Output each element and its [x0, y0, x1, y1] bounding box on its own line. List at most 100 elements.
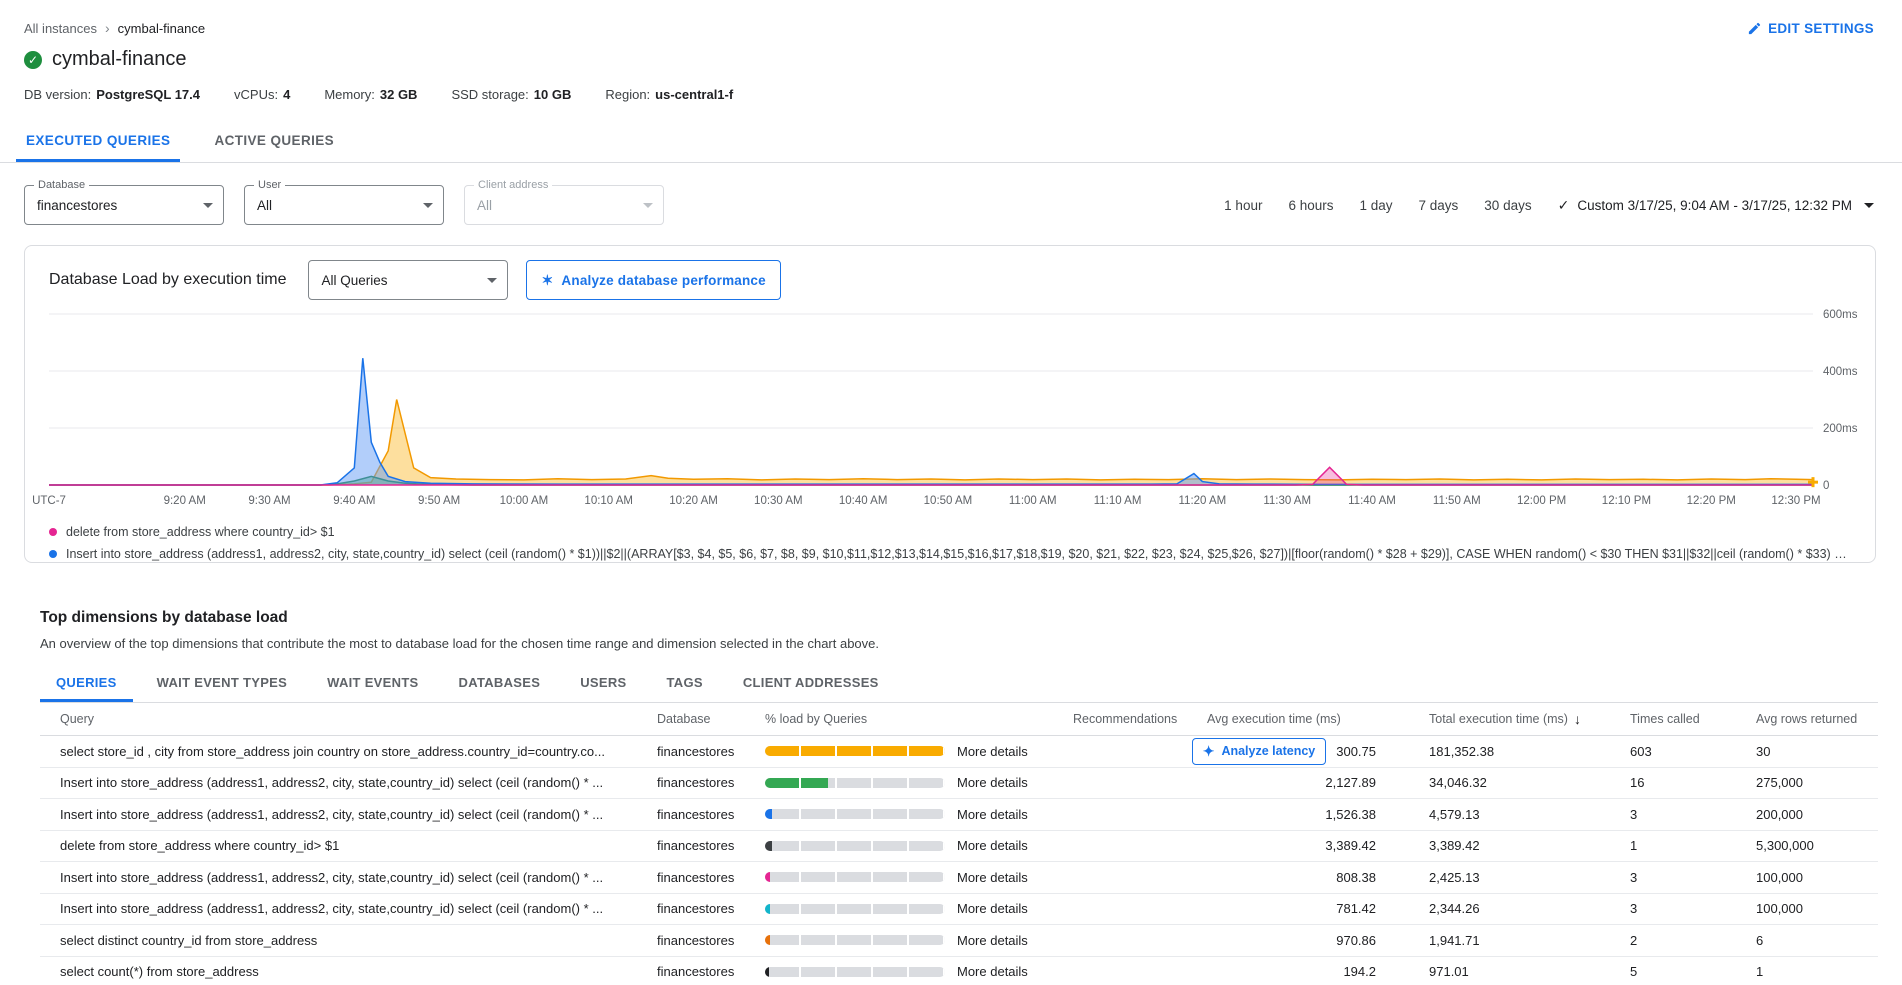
database-cell: financestores [640, 964, 755, 979]
edit-settings-button[interactable]: EDIT SETTINGS [1747, 21, 1874, 36]
tab-active-queries[interactable]: ACTIVE QUERIES [204, 120, 344, 162]
x-axis-tick-label: 11:20 AM [1179, 495, 1227, 507]
top-dimensions-description: An overview of the top dimensions that c… [40, 636, 1878, 651]
time-preset-1-day[interactable]: 1 day [1359, 198, 1392, 213]
dimension-tab-wait-event-types[interactable]: WAIT EVENT TYPES [141, 663, 303, 702]
x-axis-tick-label: 9:40 AM [333, 495, 375, 507]
time-preset-30-days[interactable]: 30 days [1484, 198, 1531, 213]
total-execution-cell: 181,352.38 [1390, 744, 1595, 759]
dimension-tab-databases[interactable]: DATABASES [443, 663, 557, 702]
legend-label: Insert into store_address (address1, add… [66, 547, 1851, 561]
dimension-tab-tags[interactable]: TAGS [651, 663, 719, 702]
query-filter-select[interactable]: All Queries [308, 260, 508, 300]
dropdown-arrow-icon [487, 278, 497, 283]
table-row: Insert into store_address (address1, add… [40, 768, 1878, 800]
load-cell: More details [755, 775, 1045, 790]
tab-executed-queries[interactable]: EXECUTED QUERIES [16, 120, 180, 162]
times-called-cell: 1 [1595, 838, 1720, 853]
x-axis-tick-label: 10:20 AM [669, 495, 718, 507]
dimension-tab-queries[interactable]: QUERIES [40, 663, 133, 702]
analyze-performance-button[interactable]: ✶ Analyze database performance [526, 260, 780, 300]
column-header-total-execution-time-ms[interactable]: Total execution time (ms)↓ [1390, 711, 1595, 727]
metadata-value: PostgreSQL 17.4 [96, 87, 200, 102]
query-cell[interactable]: select count(*) from store_address [40, 964, 640, 979]
avg-rows-cell: 100,000 [1720, 901, 1869, 916]
column-header-database[interactable]: Database [640, 712, 755, 726]
time-preset-1-hour[interactable]: 1 hour [1224, 198, 1262, 213]
time-preset-7-days[interactable]: 7 days [1419, 198, 1459, 213]
column-header-load-by-queries[interactable]: % load by Queries [755, 712, 1045, 726]
load-bar [765, 967, 945, 977]
chart-area: 0200ms400ms600msUTC-79:20 AM9:30 AM9:40 … [25, 302, 1875, 519]
more-details-link[interactable]: More details [957, 807, 1028, 822]
total-execution-cell: 971.01 [1390, 964, 1595, 979]
query-cell[interactable]: Insert into store_address (address1, add… [40, 775, 640, 790]
x-axis-tick-label: 10:00 AM [500, 495, 549, 507]
column-header-label: Database [657, 712, 711, 726]
avg-rows-cell: 100,000 [1720, 870, 1869, 885]
filter-select-client-address: Client addressAll [464, 185, 664, 225]
times-called-cell: 3 [1595, 870, 1720, 885]
database-cell: financestores [640, 775, 755, 790]
query-filter-value: All Queries [321, 273, 477, 288]
query-cell[interactable]: delete from store_address where country_… [40, 838, 640, 853]
dimension-tab-users[interactable]: USERS [564, 663, 642, 702]
instance-metadata: DB version:PostgreSQL 17.4vCPUs:4Memory:… [0, 87, 1902, 102]
query-cell[interactable]: Insert into store_address (address1, add… [40, 901, 640, 916]
chart-legend: delete from store_address where country_… [25, 519, 1875, 563]
filters-row: Databasefinancestores UserAll Client addre… [0, 163, 1902, 225]
filter-value: All [257, 198, 413, 213]
column-header-label: Query [60, 712, 94, 726]
breadcrumb-all-instances[interactable]: All instances [24, 21, 97, 36]
dimension-tab-client-addresses[interactable]: CLIENT ADDRESSES [727, 663, 895, 702]
check-icon: ✓ [1558, 197, 1570, 214]
filter-select-user[interactable]: UserAll [244, 185, 444, 225]
dropdown-arrow-icon [643, 203, 653, 208]
analyze-latency-button[interactable]: ✦Analyze latency [1192, 738, 1327, 765]
more-details-link[interactable]: More details [957, 933, 1028, 948]
metadata-value: us-central1-f [655, 87, 733, 102]
more-details-link[interactable]: More details [957, 901, 1028, 916]
load-cell: More details [755, 838, 1045, 853]
load-bar [765, 935, 945, 945]
time-custom-range[interactable]: ✓ Custom 3/17/25, 9:04 AM - 3/17/25, 12:3… [1558, 197, 1874, 214]
legend-dot [49, 528, 57, 536]
column-header-avg-rows-returned[interactable]: Avg rows returned [1720, 712, 1869, 726]
custom-range-label: Custom 3/17/25, 9:04 AM - 3/17/25, 12:32… [1577, 198, 1852, 213]
column-header-times-called[interactable]: Times called [1595, 712, 1720, 726]
column-header-avg-execution-time-ms[interactable]: Avg execution time (ms) [1185, 712, 1390, 726]
more-details-link[interactable]: More details [957, 964, 1028, 979]
load-bar-segments [765, 935, 945, 945]
query-cell[interactable]: Insert into store_address (address1, add… [40, 807, 640, 822]
load-bar-segments [765, 841, 945, 851]
load-bar [765, 904, 945, 914]
more-details-link[interactable]: More details [957, 870, 1028, 885]
load-cell: More details [755, 901, 1045, 916]
more-details-link[interactable]: More details [957, 775, 1028, 790]
total-execution-cell: 2,425.13 [1390, 870, 1595, 885]
database-cell: financestores [640, 807, 755, 822]
series-area-select-store-id-city-from-store-address-join-country-orange [49, 400, 1813, 486]
load-cell: More details [755, 807, 1045, 822]
query-cell[interactable]: select distinct country_id from store_ad… [40, 933, 640, 948]
avg-rows-cell: 6 [1720, 933, 1869, 948]
table-row: select distinct country_id from store_ad… [40, 925, 1878, 957]
more-details-link[interactable]: More details [957, 744, 1028, 759]
more-details-link[interactable]: More details [957, 838, 1028, 853]
total-execution-cell: 4,579.13 [1390, 807, 1595, 822]
instance-title-row: ✓ cymbal-finance [0, 48, 1902, 71]
load-bar-segments [765, 904, 945, 914]
top-dimensions-title: Top dimensions by database load [40, 609, 1878, 627]
table-row: select store_id , city from store_addres… [40, 736, 1878, 768]
column-header-query[interactable]: Query [40, 712, 640, 726]
filter-select-database[interactable]: Databasefinancestores [24, 185, 224, 225]
database-cell: financestores [640, 838, 755, 853]
column-header-label: Avg execution time (ms) [1207, 712, 1341, 726]
query-cell[interactable]: select store_id , city from store_addres… [40, 744, 640, 759]
column-header-recommendations[interactable]: Recommendations [1045, 712, 1185, 726]
dimension-tab-wait-events[interactable]: WAIT EVENTS [311, 663, 434, 702]
database-load-card: Database Load by execution time All Quer… [24, 245, 1876, 563]
query-cell[interactable]: Insert into store_address (address1, add… [40, 870, 640, 885]
table-row: Insert into store_address (address1, add… [40, 799, 1878, 831]
time-preset-6-hours[interactable]: 6 hours [1288, 198, 1333, 213]
